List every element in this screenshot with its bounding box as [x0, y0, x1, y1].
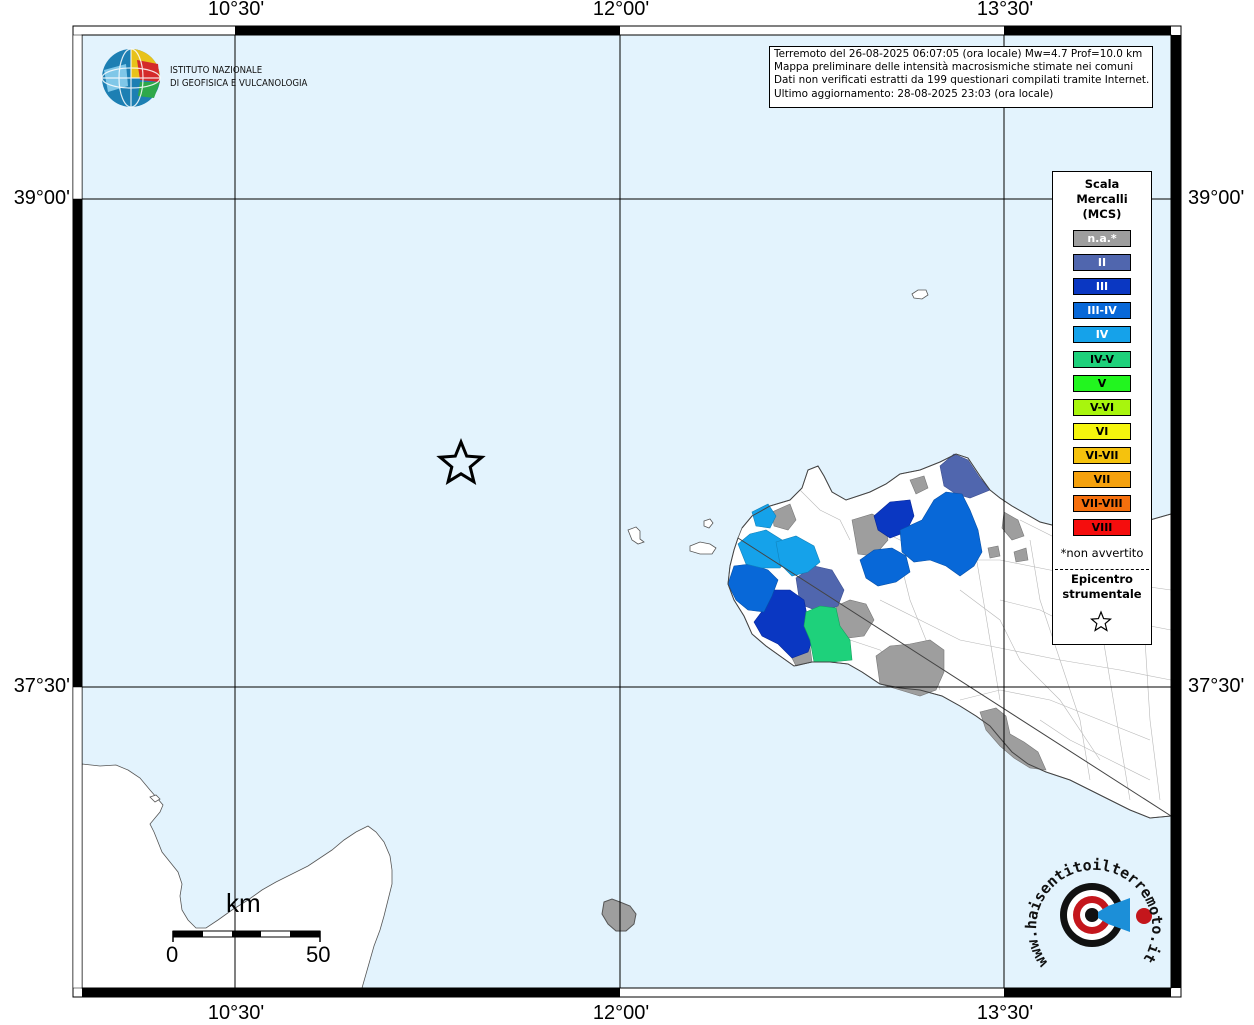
event-info-line1: Terremoto del 26-08-2025 06:07:05 (ora l…: [774, 48, 1143, 60]
legend-epicenter-line2: strumentale: [1062, 587, 1142, 601]
legend-item: VI-VII: [1073, 446, 1131, 464]
intensity-legend: Scala Mercalli (MCS) n.a.* II III III-IV IV I…: [1052, 171, 1152, 645]
tick-left-1: 39°00': [13, 187, 70, 209]
legend-epicenter-line1: Epicentro: [1071, 572, 1133, 586]
event-info-line2: Mappa preliminare delle intensità macros…: [774, 61, 1134, 74]
legend-title-line3: (MCS): [1082, 207, 1122, 221]
legend-star-icon: [1089, 610, 1113, 632]
ingv-logo-icon: [101, 48, 161, 108]
legend-item: VII-VIII: [1073, 495, 1131, 513]
legend-title-line1: Scala: [1084, 177, 1120, 191]
tick-bottom-3: 13°30': [976, 1002, 1034, 1024]
legend-title-line2: Mercalli: [1076, 192, 1128, 206]
legend-item: VI: [1073, 422, 1131, 440]
legend-item: IV: [1073, 326, 1131, 344]
legend-item: III-IV: [1073, 302, 1131, 320]
ingv-logo-line1: ISTITUTO NAZIONALE: [170, 65, 263, 76]
scale-end: 50: [306, 942, 331, 967]
legend-item: V: [1073, 374, 1131, 392]
haisentito-logo-text: www.haisentitoilterremoto.it: [1022, 856, 1166, 971]
tick-bottom-1: 10°30': [207, 1002, 265, 1024]
legend-note: *non avvertito: [1060, 546, 1144, 560]
legend-item: IV-V: [1073, 350, 1131, 368]
tick-right-1: 39°00': [1188, 187, 1245, 209]
legend-item: VII: [1073, 471, 1131, 488]
event-info-line3: Dati non verificati estratti da 199 ques…: [774, 74, 1150, 87]
event-info-line4: Ultimo aggiornamento: 28-08-2025 23:03 (…: [774, 87, 1054, 100]
scale-start: 0: [166, 942, 179, 967]
tick-bottom-2: 12°00': [592, 1002, 650, 1024]
svg-text:www.haisentitoilterremoto.it: www.haisentitoilterremoto.it: [1022, 856, 1166, 971]
event-info-box: Terremoto del 26-08-2025 06:07:05 (ora l…: [769, 46, 1153, 108]
legend-title: Scala Mercalli (MCS): [1053, 177, 1151, 222]
tick-top-1: 10°30': [207, 0, 265, 20]
ingv-logo-text: ISTITUTO NAZIONALE DI GEOFISICA E VULCAN…: [170, 64, 307, 90]
legend-separator: [1055, 569, 1149, 570]
ingv-logo-line2: DI GEOFISICA E VULCANOLOGIA: [170, 78, 308, 89]
legend-epicenter-label: Epicentro strumentale: [1053, 572, 1151, 602]
haisentito-url: www.haisentitoilterremoto.it: [1022, 856, 1166, 971]
tick-top-2: 12°00': [592, 0, 650, 20]
legend-item: n.a.*: [1073, 230, 1131, 247]
tick-top-3: 13°30': [976, 0, 1034, 20]
legend-item: VIII: [1073, 519, 1131, 537]
scale-unit: km: [226, 888, 261, 918]
tick-right-2: 37°30': [1188, 675, 1245, 697]
legend-item: III: [1073, 278, 1131, 296]
legend-item: V-VI: [1073, 398, 1131, 416]
legend-item: II: [1073, 254, 1131, 272]
tick-left-2: 37°30': [13, 675, 70, 697]
